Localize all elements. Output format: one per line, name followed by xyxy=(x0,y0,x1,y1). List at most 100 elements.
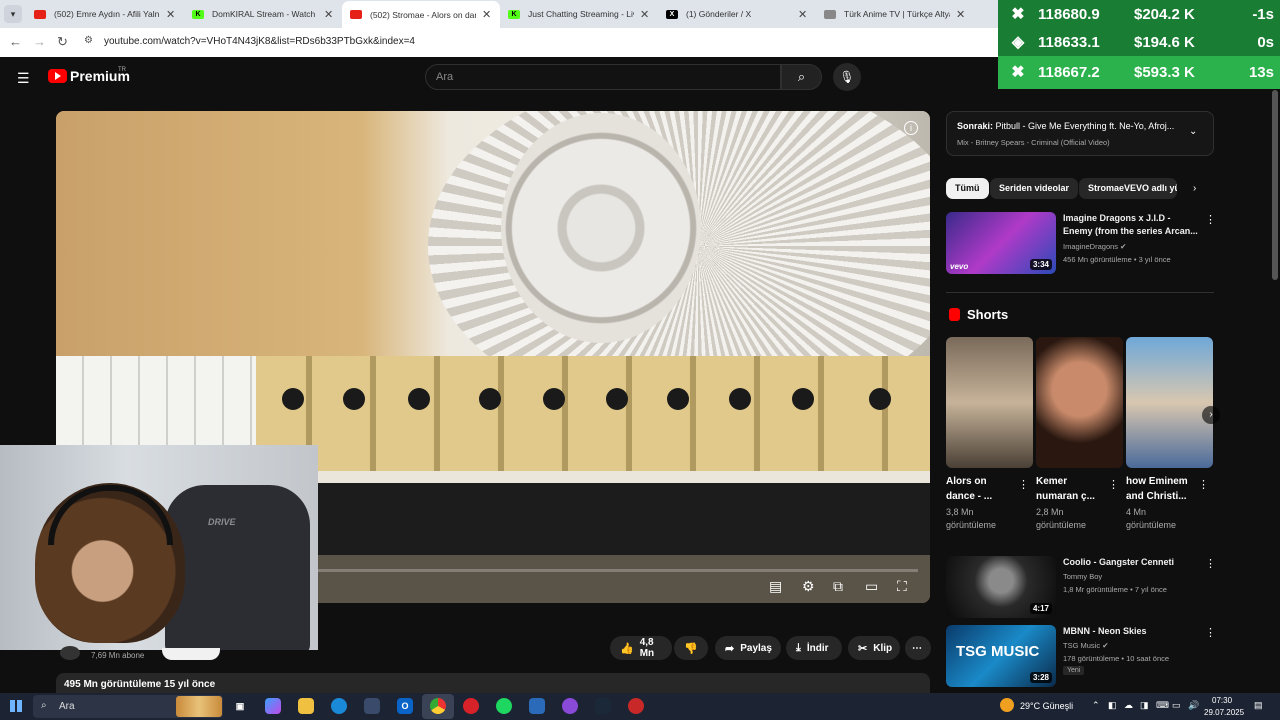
tab-just-chatting[interactable]: K Just Chatting Streaming - Live ✕ xyxy=(500,2,658,26)
more-actions-button[interactable]: ⋯ xyxy=(905,636,931,660)
microphone-icon[interactable]: 🎙 xyxy=(833,63,861,91)
tab-x[interactable]: X (1) Gönderiler / X ✕ xyxy=(658,2,816,26)
more-vert-icon[interactable]: ⋮ xyxy=(1198,478,1209,491)
close-icon[interactable]: ✕ xyxy=(640,8,650,21)
overlay-row: ◈ 118633.1 $194.6 K 0s xyxy=(998,28,1280,56)
opera-icon[interactable] xyxy=(463,698,479,714)
windows-start-icon[interactable] xyxy=(10,700,22,712)
video-thumbnail[interactable]: 4:17 xyxy=(946,556,1056,618)
overlay-value: $204.2 K xyxy=(1134,5,1195,23)
info-icon[interactable]: i xyxy=(904,121,918,135)
chevron-right-icon[interactable]: › xyxy=(1193,183,1196,194)
steam-icon[interactable] xyxy=(595,698,611,714)
more-vert-icon[interactable]: ⋮ xyxy=(1205,213,1216,226)
video-title[interactable]: Imagine Dragons x J.I.D - Enemy (from th… xyxy=(1063,212,1198,238)
spotify-icon[interactable] xyxy=(496,698,512,714)
chevron-down-icon[interactable]: ⌄ xyxy=(1189,126,1197,137)
video-title[interactable]: MBNN - Neon Skies xyxy=(1063,625,1198,638)
forward-icon[interactable]: → xyxy=(33,34,46,49)
close-icon[interactable]: ✕ xyxy=(482,8,492,21)
store-icon[interactable] xyxy=(364,698,380,714)
video-progress-bar[interactable] xyxy=(318,569,918,572)
video-title[interactable]: Coolio - Gangster Cenneti xyxy=(1063,556,1198,569)
short-thumbnail[interactable] xyxy=(1036,337,1123,468)
fullscreen-icon[interactable]: ⛶ xyxy=(897,578,907,595)
short-title[interactable]: Alors on dance - ... xyxy=(946,474,1016,504)
short-thumbnail[interactable] xyxy=(946,337,1033,468)
reload-icon[interactable]: ↻ xyxy=(57,34,68,50)
network-icon[interactable]: ▭ xyxy=(1172,700,1181,711)
hamburger-menu-icon[interactable]: ☰ xyxy=(17,70,30,87)
close-icon[interactable]: ✕ xyxy=(798,8,808,21)
tray-app-icon[interactable]: ◧ xyxy=(1108,700,1117,711)
notifications-icon[interactable]: ▤ xyxy=(1254,700,1263,711)
short-title[interactable]: how Eminem and Christi... xyxy=(1126,474,1196,504)
tab-emre-aydin[interactable]: (502) Emre Aydın - Afili Yalnızlık ✕ xyxy=(26,2,184,26)
outlook-icon[interactable]: O xyxy=(397,698,413,714)
tab-search-icon[interactable]: ▾ xyxy=(4,5,22,23)
volume-icon[interactable]: 🔊 xyxy=(1188,700,1199,711)
download-label: İndir xyxy=(806,642,829,654)
subtitles-icon[interactable]: ▤ xyxy=(769,578,782,595)
app-icon[interactable] xyxy=(529,698,545,714)
chip-channel[interactable]: StromaeVEVO adlı yü xyxy=(1079,178,1177,199)
chrome-icon[interactable] xyxy=(430,698,446,714)
tab-stromae[interactable]: (502) Stromae - Alors on danse ✕ xyxy=(342,1,500,28)
weather-sun-icon[interactable] xyxy=(1000,698,1014,712)
subscribe-button[interactable] xyxy=(162,648,220,660)
search-input[interactable]: Ara xyxy=(425,64,781,90)
short-title[interactable]: Kemer numaran ç... xyxy=(1036,474,1106,504)
short-thumbnail[interactable] xyxy=(1126,337,1213,468)
weather-text[interactable]: 29°C Güneşli xyxy=(1020,701,1073,711)
file-explorer-icon[interactable] xyxy=(298,698,314,714)
chip-series[interactable]: Seriden videolar xyxy=(990,178,1079,199)
tab-domkiral[interactable]: K DomKIRAL Stream - Watch Live ✕ xyxy=(184,2,342,26)
theater-mode-icon[interactable]: ▭ xyxy=(865,578,878,595)
overlay-time: 13s xyxy=(1248,63,1274,81)
copilot-icon[interactable] xyxy=(265,698,281,714)
close-icon[interactable]: ✕ xyxy=(324,8,334,21)
like-button[interactable]: 👍 4,8 Mn xyxy=(610,636,672,660)
miniplayer-icon[interactable]: ⧉ xyxy=(833,578,843,595)
chevron-right-icon[interactable]: › xyxy=(1202,406,1220,424)
video-thumbnail[interactable]: vevo 3:34 xyxy=(946,212,1056,274)
video-thumbnail[interactable]: TSG MUSIC 3:28 xyxy=(946,625,1056,687)
tray-app-icon[interactable]: ◨ xyxy=(1140,700,1149,711)
keyboard-icon[interactable]: ⌨ xyxy=(1156,700,1169,711)
binder-hole xyxy=(869,388,891,410)
scrollbar[interactable] xyxy=(1272,90,1278,280)
channel-avatar[interactable] xyxy=(60,646,80,660)
cloud-icon[interactable]: ☁ xyxy=(1124,700,1133,711)
recording-app-icon[interactable] xyxy=(628,698,644,714)
url-field[interactable]: youtube.com/watch?v=VHoT4N43jK8&list=RDs… xyxy=(104,36,415,47)
new-badge: Yeni xyxy=(1063,666,1085,675)
channel-name[interactable]: Tommy Boy xyxy=(1063,572,1102,581)
share-button[interactable]: ➦ Paylaş xyxy=(715,636,781,660)
chevron-up-icon[interactable]: ⌃ xyxy=(1092,700,1100,711)
tab-turk-anime[interactable]: Türk Anime TV | Türkçe Altyazı ✕ xyxy=(816,2,974,26)
dislike-button[interactable]: 👎 xyxy=(674,636,708,660)
more-vert-icon[interactable]: ⋮ xyxy=(1108,478,1119,491)
clock-time[interactable]: 07:30 xyxy=(1212,696,1232,705)
more-vert-icon[interactable]: ⋮ xyxy=(1205,557,1216,570)
close-icon[interactable]: ✕ xyxy=(956,8,966,21)
download-button[interactable]: ⤓ İndir xyxy=(786,636,842,660)
thumbs-down-icon: 👎 xyxy=(684,642,698,655)
search-button[interactable]: ⌕ xyxy=(781,64,822,90)
next-up-title: Sonraki: Pitbull - Give Me Everything ft… xyxy=(957,121,1177,131)
site-info-icon[interactable]: ⚙ xyxy=(84,35,93,46)
clip-button[interactable]: ✂ Klip xyxy=(848,636,900,660)
back-icon[interactable]: ← xyxy=(9,34,22,49)
channel-name[interactable]: ImagineDragons ✔ xyxy=(1063,242,1126,251)
channel-name[interactable]: TSG Music ✔ xyxy=(1063,641,1108,650)
more-vert-icon[interactable]: ⋮ xyxy=(1018,478,1029,491)
task-view-icon[interactable]: ▣ xyxy=(232,698,248,714)
settings-gear-icon[interactable]: ⚙ xyxy=(802,578,815,595)
clock-date[interactable]: 29.07.2025 xyxy=(1204,708,1244,717)
close-icon[interactable]: ✕ xyxy=(166,8,176,21)
next-up-panel[interactable] xyxy=(946,111,1214,156)
discord-icon[interactable] xyxy=(562,698,578,714)
chip-all[interactable]: Tümü xyxy=(946,178,989,199)
more-vert-icon[interactable]: ⋮ xyxy=(1205,626,1216,639)
edge-icon[interactable] xyxy=(331,698,347,714)
